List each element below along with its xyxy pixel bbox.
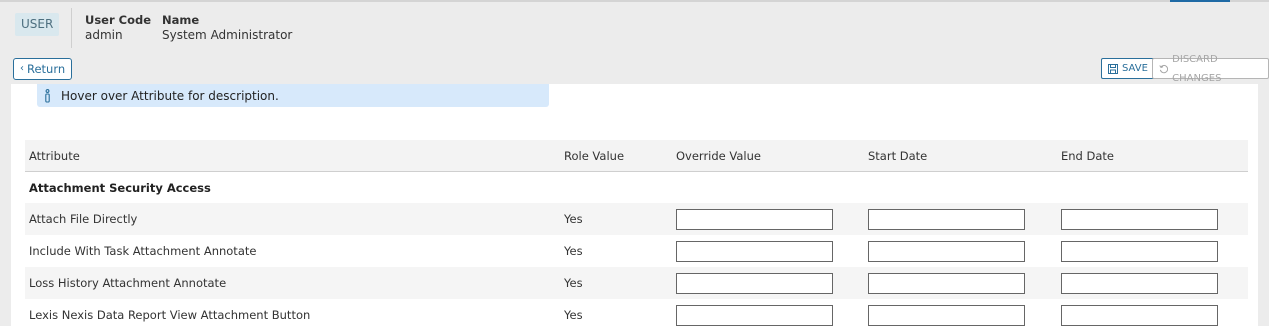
discard-changes-button[interactable]: DISCARD CHANGES xyxy=(1152,54,1269,84)
user-code-value: admin xyxy=(85,28,123,42)
table-header: Attribute Role Value Override Value Star… xyxy=(25,140,1248,172)
attribute-name: Attach File Directly xyxy=(29,212,138,226)
attribute-name: Include With Task Attachment Annotate xyxy=(29,244,257,258)
name-label: Name xyxy=(162,13,200,27)
table-row: Attach File Directly Yes xyxy=(25,203,1248,235)
name-field: Name System Administrator xyxy=(162,13,292,43)
discard-label: DISCARD CHANGES xyxy=(1172,53,1222,84)
info-message: Hover over Attribute for description. xyxy=(61,88,279,103)
column-header-override-value[interactable]: Override Value xyxy=(676,140,761,171)
attribute-name: Lexis Nexis Data Report View Attachment … xyxy=(29,308,311,322)
record-header: USER User Code admin Name System Adminis… xyxy=(0,2,1269,52)
table-row: Include With Task Attachment Annotate Ye… xyxy=(25,235,1248,267)
override-value-input[interactable] xyxy=(676,240,833,262)
role-value: Yes xyxy=(564,276,583,290)
save-icon xyxy=(1108,63,1118,74)
attributes-panel: Hover over Attribute for description. At… xyxy=(11,84,1258,326)
start-date-input[interactable] xyxy=(868,240,1025,262)
save-label: SAVE xyxy=(1122,63,1148,74)
role-value: Yes xyxy=(564,244,583,258)
column-header-end-date[interactable]: End Date xyxy=(1061,140,1114,171)
header-divider xyxy=(71,8,72,48)
table-row: Loss History Attachment Annotate Yes xyxy=(25,267,1248,299)
column-header-role-value[interactable]: Role Value xyxy=(564,140,624,171)
name-value: System Administrator xyxy=(162,28,293,42)
info-banner: Hover over Attribute for description. xyxy=(37,84,549,107)
role-value: Yes xyxy=(564,212,583,226)
end-date-input[interactable] xyxy=(1061,304,1218,326)
table-row: Lexis Nexis Data Report View Attachment … xyxy=(25,299,1248,326)
role-value: Yes xyxy=(564,308,583,322)
entity-badge: USER xyxy=(15,13,60,36)
end-date-input[interactable] xyxy=(1061,272,1218,294)
user-code-field: User Code admin xyxy=(85,13,151,43)
group-row: Attachment Security Access xyxy=(25,172,1248,203)
undo-icon xyxy=(1159,64,1169,73)
override-value-input[interactable] xyxy=(676,272,833,294)
start-date-input[interactable] xyxy=(868,208,1025,230)
attributes-table: Attribute Role Value Override Value Star… xyxy=(25,140,1248,326)
override-value-input[interactable] xyxy=(676,208,833,230)
override-value-input[interactable] xyxy=(676,304,833,326)
end-date-input[interactable] xyxy=(1061,208,1218,230)
save-button[interactable]: SAVE xyxy=(1101,58,1155,79)
attribute-name: Loss History Attachment Annotate xyxy=(29,276,227,290)
column-header-start-date[interactable]: Start Date xyxy=(868,140,927,171)
end-date-input[interactable] xyxy=(1061,240,1218,262)
group-label: Attachment Security Access xyxy=(29,180,211,195)
user-code-label: User Code xyxy=(85,13,152,27)
start-date-input[interactable] xyxy=(868,272,1025,294)
chevron-left-icon: ‹ xyxy=(20,63,24,74)
return-label: Return xyxy=(27,62,66,76)
info-icon xyxy=(45,88,50,103)
return-button[interactable]: ‹ Return xyxy=(13,58,73,80)
column-header-attribute[interactable]: Attribute xyxy=(29,140,80,171)
start-date-input[interactable] xyxy=(868,304,1025,326)
